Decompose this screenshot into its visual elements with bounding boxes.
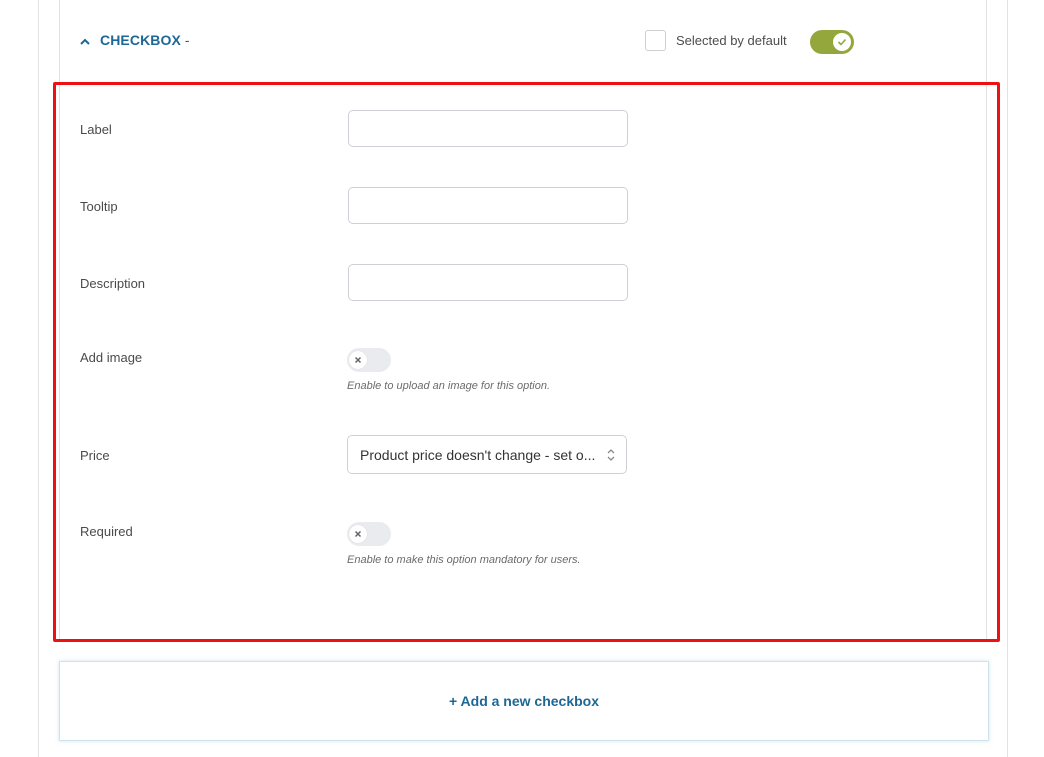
description-input[interactable] xyxy=(348,264,628,301)
option-title-suffix: - xyxy=(184,32,190,48)
price-select-value: Product price doesn't change - set o... xyxy=(360,446,596,463)
add-image-field-label: Add image xyxy=(80,350,143,365)
price-select[interactable]: Product price doesn't change - set o... xyxy=(347,435,627,474)
add-new-checkbox-button[interactable]: + Add a new checkbox xyxy=(449,693,599,709)
selected-by-default-control: Selected by default xyxy=(645,30,787,51)
option-title: CHECKBOX xyxy=(100,32,181,48)
updown-arrows-icon xyxy=(606,447,616,468)
required-field-label: Required xyxy=(80,524,133,539)
checkbox-option-panel: CHECKBOX - Selected by default Label Too… xyxy=(59,0,987,640)
option-header: CHECKBOX - Selected by default xyxy=(60,0,986,84)
check-icon xyxy=(833,33,851,51)
selected-by-default-checkbox[interactable] xyxy=(645,30,666,51)
tooltip-field-label: Tooltip xyxy=(80,199,118,214)
option-enabled-toggle[interactable] xyxy=(810,30,854,54)
x-icon xyxy=(349,351,367,369)
collapse-toggle[interactable]: CHECKBOX - xyxy=(80,32,190,48)
add-image-toggle[interactable] xyxy=(347,348,391,372)
label-input[interactable] xyxy=(348,110,628,147)
selected-by-default-label: Selected by default xyxy=(676,33,787,48)
chevron-up-icon xyxy=(80,37,90,47)
tooltip-input[interactable] xyxy=(348,187,628,224)
description-field-label: Description xyxy=(80,276,146,291)
add-new-checkbox-panel: + Add a new checkbox xyxy=(59,661,989,741)
price-field-label: Price xyxy=(80,448,110,463)
required-toggle[interactable] xyxy=(347,522,391,546)
add-image-help: Enable to upload an image for this optio… xyxy=(347,380,551,392)
label-field-label: Label xyxy=(80,122,112,137)
x-icon xyxy=(349,525,367,543)
required-help: Enable to make this option mandatory for… xyxy=(347,554,581,566)
